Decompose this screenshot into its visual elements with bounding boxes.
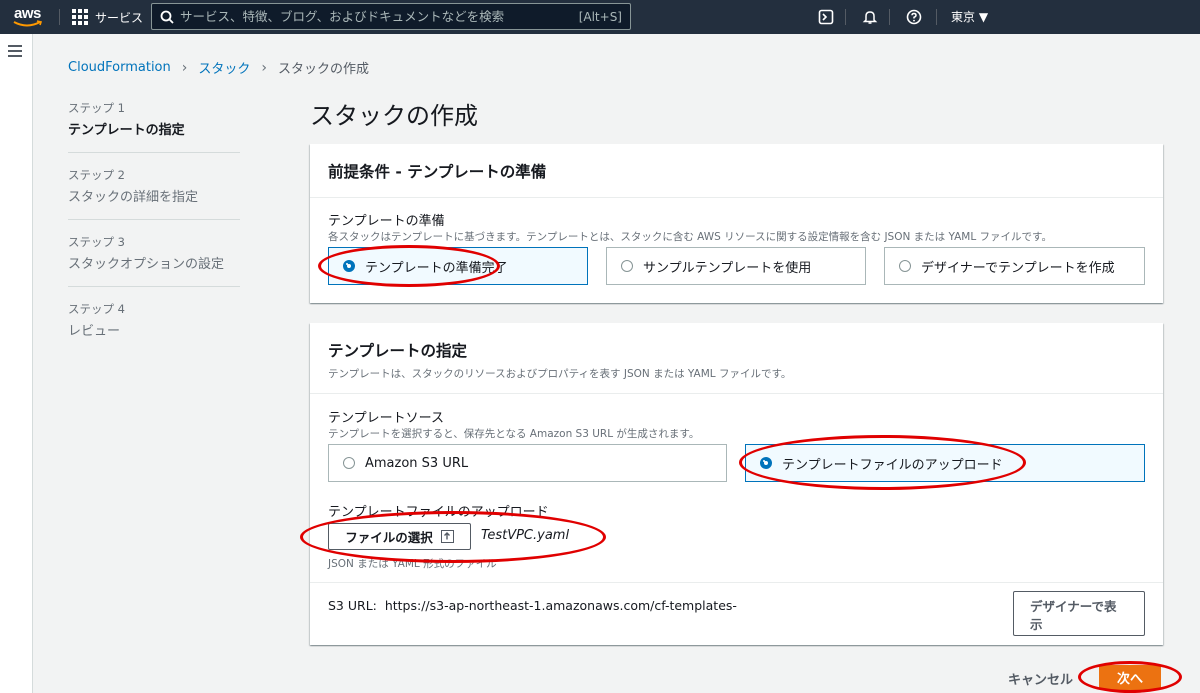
option-label: デザイナーでテンプレートを作成 xyxy=(921,260,1115,276)
panel-header: テンプレートの指定 テンプレートは、スタックのリソースおよびプロパティを表す J… xyxy=(310,323,1163,394)
search-box[interactable]: [Alt+S] xyxy=(151,3,631,30)
aws-smile-icon xyxy=(13,20,43,27)
cancel-button[interactable]: キャンセル xyxy=(1008,669,1073,688)
prerequisite-title: 前提条件 - テンプレートの準備 xyxy=(328,163,547,181)
template-source-desc: テンプレートを選択すると、保存先となる Amazon S3 URL が生成されま… xyxy=(328,428,700,440)
search-shortcut: [Alt+S] xyxy=(578,9,622,24)
grid-icon xyxy=(72,9,88,25)
cloudshell-icon[interactable] xyxy=(816,7,836,27)
nav-divider xyxy=(936,9,937,25)
template-source-field: テンプレートソース テンプレートを選択すると、保存先となる Amazon S3 … xyxy=(328,407,699,441)
s3-url-value: https://s3-ap-northeast-1.amazonaws.com/… xyxy=(384,598,737,613)
breadcrumb-link-cloudformation[interactable]: CloudFormation xyxy=(68,60,171,75)
breadcrumb-link-stacks[interactable]: スタック xyxy=(198,58,250,77)
chevron-right-icon: › xyxy=(261,59,267,76)
bell-icon[interactable] xyxy=(860,7,880,27)
step-label: レビュー xyxy=(68,324,121,339)
wizard-step-3: ステップ 3 スタックオプションの設定 xyxy=(68,234,240,287)
option-sample-template[interactable]: サンプルテンプレートを使用 xyxy=(606,247,866,285)
step-number: ステップ 4 xyxy=(68,302,125,316)
step-number: ステップ 1 xyxy=(68,101,125,115)
prepare-field: テンプレートの準備 各スタックはテンプレートに基づきます。テンプレートとは、スタ… xyxy=(328,210,1052,244)
prepare-field-desc: 各スタックはテンプレートに基づきます。テンプレートとは、スタックに含む AWS … xyxy=(328,231,1052,243)
search-input[interactable] xyxy=(180,9,579,24)
source-option-upload-file[interactable]: テンプレートファイルのアップロード xyxy=(745,444,1145,482)
nav-divider xyxy=(889,9,890,25)
specify-template-title: テンプレートの指定 xyxy=(328,342,468,360)
radio-icon xyxy=(899,260,911,272)
option-label: Amazon S3 URL xyxy=(365,455,469,471)
step-label: テンプレートの指定 xyxy=(68,123,185,138)
view-in-designer-button[interactable]: デザイナーで表示 xyxy=(1013,591,1145,636)
wizard-step-2: ステップ 2 スタックの詳細を指定 xyxy=(68,167,240,220)
upload-field-label: テンプレートファイルのアップロード xyxy=(328,505,549,520)
radio-icon xyxy=(621,260,633,272)
choose-file-label: ファイルの選択 xyxy=(345,530,433,545)
chevron-right-icon: › xyxy=(181,59,188,76)
next-button[interactable]: 次へ xyxy=(1099,665,1161,690)
option-label: テンプレートの準備完了 xyxy=(365,260,508,276)
region-selector[interactable]: 東京 ▼ xyxy=(951,8,988,25)
prepare-field-label: テンプレートの準備 xyxy=(328,214,445,229)
radio-selected-icon xyxy=(343,260,355,272)
upload-icon xyxy=(440,530,454,543)
selected-file-name: TestVPC.yaml xyxy=(481,528,570,543)
hamburger-menu-icon[interactable] xyxy=(8,45,22,57)
panel-header: 前提条件 - テンプレートの準備 xyxy=(310,144,1163,198)
page-title: スタックの作成 xyxy=(310,102,478,130)
step-label: スタックの詳細を指定 xyxy=(68,190,199,205)
template-source-label: テンプレートソース xyxy=(328,411,444,426)
wizard-step-4: ステップ 4 レビュー xyxy=(68,301,240,353)
option-label: テンプレートファイルのアップロード xyxy=(782,457,1003,473)
specify-template-desc: テンプレートは、スタックのリソースおよびプロパティを表す JSON または YA… xyxy=(328,368,792,380)
services-menu-button[interactable]: サービス xyxy=(72,7,143,27)
s3-url-row: S3 URL: https://s3-ap-northeast-1.amazon… xyxy=(328,598,737,613)
source-option-s3-url[interactable]: Amazon S3 URL xyxy=(328,444,727,482)
radio-icon xyxy=(343,457,355,469)
option-template-ready[interactable]: テンプレートの準備完了 xyxy=(328,247,588,285)
nav-divider xyxy=(845,9,846,25)
step-number: ステップ 2 xyxy=(68,168,125,182)
help-icon[interactable] xyxy=(904,7,924,27)
wizard-steps: ステップ 1 テンプレートの指定 ステップ 2 スタックの詳細を指定 ステップ … xyxy=(68,100,240,367)
file-format-hint: JSON または YAML 形式のファイル xyxy=(328,558,497,570)
top-navigation: aws サービス [Alt+S] 東京 ▼ xyxy=(0,0,1200,34)
nav-divider xyxy=(59,9,60,25)
radio-selected-icon xyxy=(760,457,772,469)
s3-url-label: S3 URL: xyxy=(328,598,377,613)
divider xyxy=(310,582,1163,583)
choose-file-button[interactable]: ファイルの選択 xyxy=(328,523,471,550)
step-label: スタックオプションの設定 xyxy=(68,257,225,272)
option-label: サンプルテンプレートを使用 xyxy=(643,260,812,276)
breadcrumb-current: スタックの作成 xyxy=(277,62,369,77)
search-icon xyxy=(160,10,174,24)
side-navigation-strip xyxy=(0,34,33,693)
step-number: ステップ 3 xyxy=(68,235,125,249)
option-designer-template[interactable]: デザイナーでテンプレートを作成 xyxy=(884,247,1145,285)
wizard-step-1: ステップ 1 テンプレートの指定 xyxy=(68,100,240,153)
aws-logo[interactable]: aws xyxy=(12,3,48,31)
breadcrumb: CloudFormation › スタック › スタックの作成 xyxy=(68,58,369,78)
services-label: サービス xyxy=(95,10,144,25)
